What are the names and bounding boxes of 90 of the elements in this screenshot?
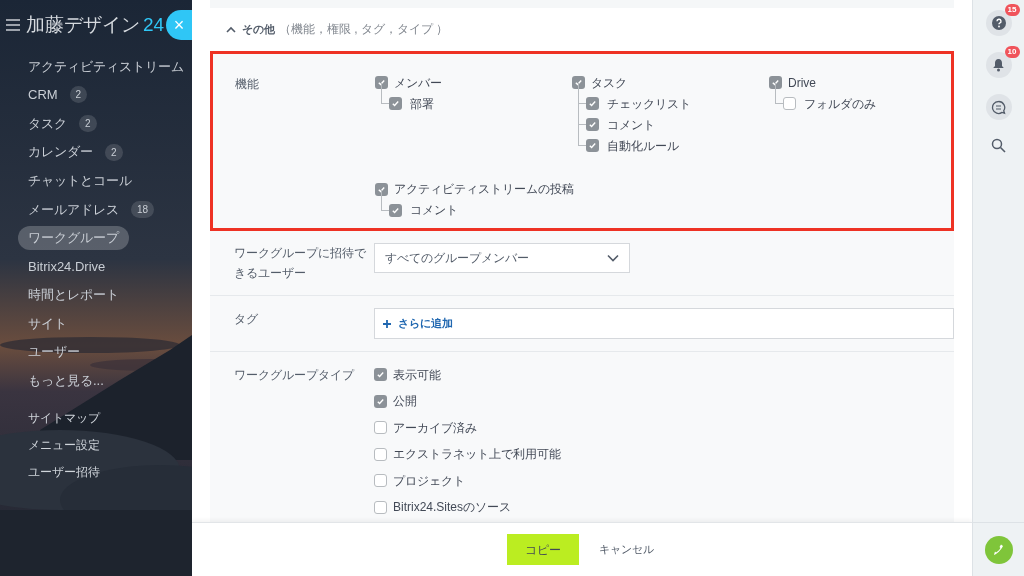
sidebar-link[interactable]: ユーザー招待 <box>28 463 192 482</box>
checkbox-label: 公開 <box>393 393 417 411</box>
count-badge: 2 <box>69 86 88 104</box>
sidebar-item[interactable]: 時間とレポート <box>18 283 129 307</box>
sidebar-link[interactable]: サイトマップ <box>28 409 192 428</box>
checkbox-label: コメント <box>410 202 458 219</box>
checkbox-label: フォルダのみ <box>804 95 876 113</box>
checkbox-label: アーカイブ済み <box>393 419 477 437</box>
select-field[interactable]: すべてのグループメンバー <box>374 243 630 273</box>
phone-icon <box>991 542 1006 557</box>
checkbox-label: アクティビティストリームの投稿 <box>394 181 574 198</box>
sidebar-link[interactable]: メニュー設定 <box>28 436 192 455</box>
checkbox[interactable] <box>374 421 387 435</box>
check-icon <box>391 205 400 215</box>
cancel-button[interactable]: キャンセル <box>594 534 658 565</box>
checkbox-label: 部署 <box>410 95 434 113</box>
portal-title: 加藤デザイン <box>26 12 140 37</box>
checkbox-label: 自動化ルール <box>607 137 679 155</box>
sidebar-item[interactable]: アクティビティストリーム <box>18 54 194 79</box>
notifications-button[interactable] <box>985 52 1012 78</box>
check-icon <box>588 120 597 129</box>
check-icon <box>588 141 597 150</box>
checkbox[interactable] <box>389 203 402 217</box>
count-badge: 2 <box>105 143 123 161</box>
sidebar-item[interactable]: カレンダー <box>18 140 103 164</box>
field-label: タグ <box>234 311 259 328</box>
sidebar-item[interactable]: タスク <box>18 111 77 136</box>
checkbox[interactable] <box>375 76 388 89</box>
checkbox-label: 表示可能 <box>393 366 441 384</box>
checkbox-label: プロジェクト <box>393 472 465 490</box>
check-icon <box>376 396 385 406</box>
plus-icon <box>383 319 391 328</box>
section-title[interactable]: その他 <box>242 21 275 38</box>
checkbox[interactable] <box>374 368 387 382</box>
chevron-down-icon <box>607 254 619 262</box>
checkbox-label: メンバー <box>394 74 442 92</box>
checkbox[interactable] <box>389 97 402 110</box>
call-button[interactable] <box>984 535 1013 564</box>
field-label: ワークグループに招待できるユーザー <box>234 245 367 282</box>
count-badge: 2 <box>79 115 97 132</box>
count-badge: 10 <box>1004 46 1020 58</box>
checkbox-label: Bitrix24.Sitesのソース <box>393 499 512 517</box>
checkbox-label: タスク <box>591 74 627 92</box>
tag-field[interactable]: さらに追加 <box>374 308 954 339</box>
sidebar-item[interactable]: ワークグループ <box>18 226 129 250</box>
section-subtitle: （機能，権限 , タグ，タイプ ） <box>279 21 449 39</box>
count-badge: 18 <box>131 200 155 218</box>
checkbox[interactable] <box>374 474 387 488</box>
checkbox[interactable] <box>374 500 387 514</box>
sidebar-item[interactable]: チャットとコール <box>18 168 142 193</box>
sidebar-item[interactable]: メールアドレス <box>18 197 129 221</box>
check-icon <box>391 99 400 108</box>
sidebar-item[interactable]: サイト <box>18 311 77 336</box>
count-badge: 15 <box>1004 4 1020 16</box>
checkbox-label: チェックリスト <box>607 95 691 113</box>
checkbox[interactable] <box>769 76 782 89</box>
copy-button[interactable]: コピー <box>506 534 579 565</box>
chat-button[interactable] <box>985 94 1012 120</box>
checkbox-label: Drive <box>788 74 816 92</box>
search-icon[interactable] <box>991 138 1006 153</box>
check-icon <box>771 78 780 87</box>
checkbox[interactable] <box>375 182 388 196</box>
menu-icon[interactable] <box>6 19 20 31</box>
portal-title-suffix: 24 <box>143 12 165 37</box>
field-label: 機能 <box>235 76 260 93</box>
sidebar-item[interactable]: もっと見る... <box>18 369 114 393</box>
help-button[interactable] <box>985 10 1012 36</box>
add-tag-link[interactable]: さらに追加 <box>398 315 453 332</box>
help-icon <box>991 16 1006 30</box>
checkbox[interactable] <box>586 97 599 110</box>
check-icon <box>377 78 386 87</box>
checkbox[interactable] <box>572 76 585 89</box>
check-icon <box>376 370 385 380</box>
check-icon <box>588 99 597 108</box>
checkbox[interactable] <box>374 447 387 461</box>
checkbox-label: コメント <box>607 116 655 134</box>
checkbox[interactable] <box>586 118 599 131</box>
field-label: ワークグループタイプ <box>234 367 356 384</box>
checkbox[interactable] <box>783 97 796 110</box>
checkbox-label: エクストラネット上で利用可能 <box>393 446 561 464</box>
chevron-up-icon[interactable] <box>226 25 236 33</box>
chat-icon <box>991 99 1006 115</box>
sidebar-item[interactable]: Bitrix24.Drive <box>18 254 116 279</box>
sidebar-item[interactable]: CRM <box>18 83 68 107</box>
checkbox[interactable] <box>586 139 599 152</box>
sidebar-item[interactable]: ユーザー <box>18 340 90 364</box>
check-icon <box>377 184 386 194</box>
check-icon <box>574 78 583 87</box>
checkbox[interactable] <box>374 394 387 408</box>
bell-icon <box>992 58 1005 72</box>
